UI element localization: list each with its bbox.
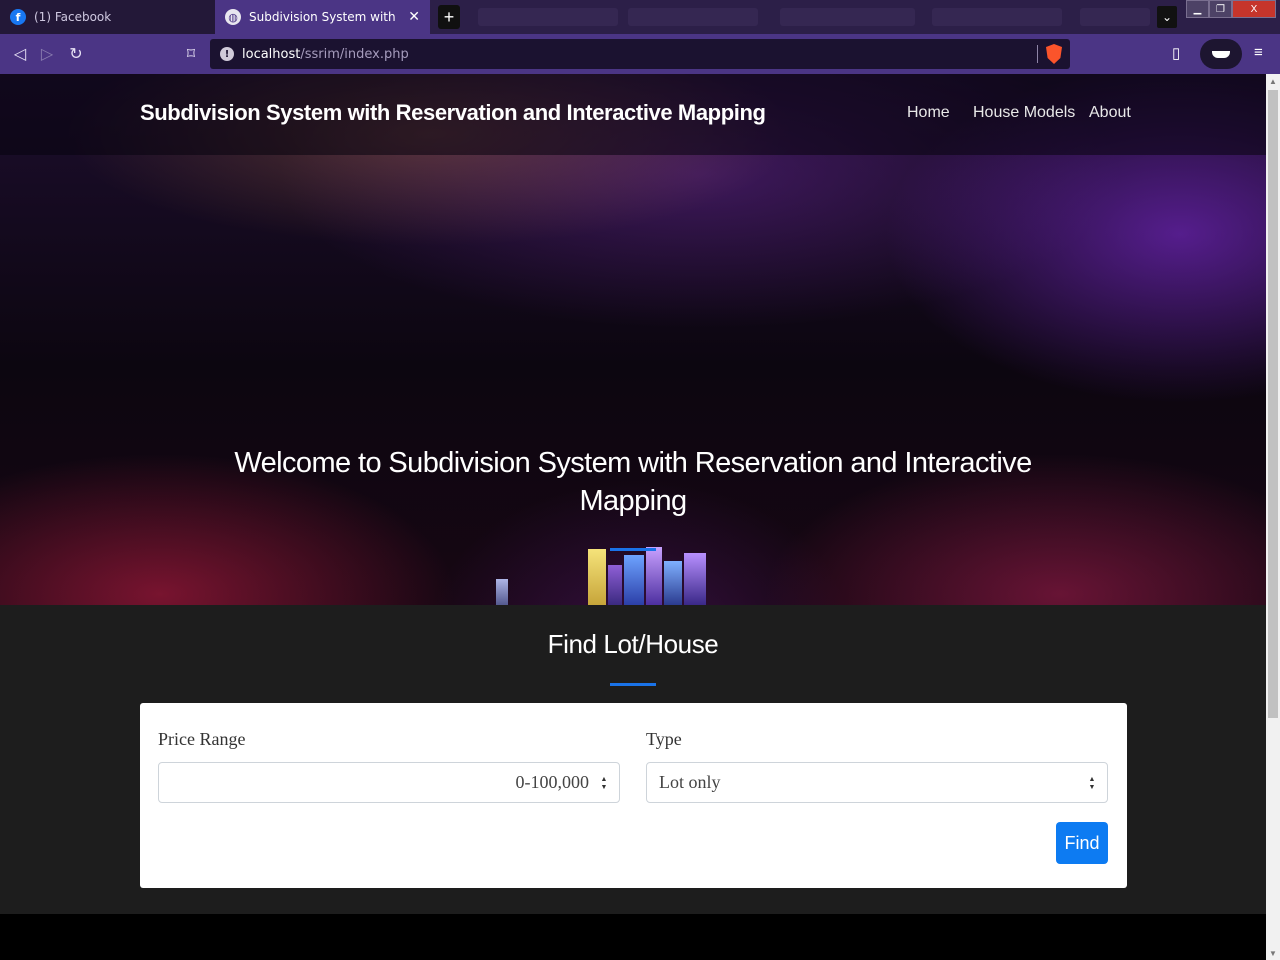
address-bar[interactable]: ! localhost/ssrim/index.php [210, 39, 1070, 69]
background-tab[interactable] [932, 8, 1062, 26]
light-beam [684, 553, 706, 605]
brave-shield-icon[interactable] [1046, 44, 1062, 64]
price-range-value: 0-100,000 [515, 772, 590, 792]
hero-section: Subdivision System with Reservation and … [0, 74, 1266, 605]
wallet-icon[interactable] [1200, 39, 1242, 69]
window-controls: ▁ ❐ X [1186, 0, 1276, 20]
tab-title: (1) Facebook [34, 10, 112, 24]
light-beam [624, 555, 644, 605]
tab-subdivision-system[interactable]: ◍ Subdivision System with Reservati ✕ [215, 0, 430, 34]
url-path: /ssrim/index.php [300, 46, 409, 62]
nav-home[interactable]: Home [907, 104, 950, 122]
url-divider [1037, 45, 1038, 63]
find-form-card: Price Range 0-100,000 ▲ ▼ Type Lot only ▲… [140, 703, 1127, 888]
nav-house-models[interactable]: House Models [973, 104, 1075, 122]
url-host: localhost [242, 46, 301, 62]
bookmark-icon[interactable]: ⌑ [181, 44, 201, 64]
background-tabs [468, 0, 1158, 34]
scroll-down-icon[interactable]: ▼ [1266, 946, 1280, 960]
price-range-label: Price Range [158, 729, 246, 749]
background-tab[interactable] [780, 8, 915, 26]
sidebar-toggle-icon[interactable]: ▯ [1172, 44, 1180, 62]
scrollbar-thumb[interactable] [1268, 90, 1278, 718]
site-info-icon[interactable]: ! [220, 47, 234, 61]
find-section: Find Lot/House Price Range 0-100,000 ▲ ▼ … [0, 605, 1266, 914]
hero-title: Welcome to Subdivision System with Reser… [234, 447, 1032, 517]
find-section-title: Find Lot/House [547, 629, 719, 659]
background-tab[interactable] [628, 8, 758, 26]
light-beam [646, 547, 662, 605]
background-tab[interactable] [478, 8, 618, 26]
tab-list-dropdown[interactable]: ⌄ [1157, 6, 1177, 28]
type-value: Lot only [659, 772, 721, 792]
hero-title-underline [610, 548, 656, 551]
tab-title: Subdivision System with Reservati [249, 10, 400, 24]
restore-button[interactable]: ❐ [1209, 0, 1232, 18]
type-label: Type [646, 729, 682, 749]
browser-tab-strip: f (1) Facebook ◍ Subdivision System with… [0, 0, 1280, 34]
reload-icon[interactable]: ↻ [66, 44, 86, 64]
close-window-button[interactable]: X [1232, 0, 1276, 18]
facebook-icon: f [10, 9, 26, 25]
type-select[interactable]: Lot only ▲ ▼ [646, 762, 1108, 803]
page-footer-strip [0, 914, 1266, 960]
new-tab-button[interactable]: + [438, 5, 460, 29]
find-button[interactable]: Find [1056, 822, 1108, 864]
light-beam [608, 565, 622, 605]
light-beam [588, 549, 606, 605]
light-beam [496, 579, 508, 605]
select-arrows-icon: ▲ ▼ [600, 775, 608, 791]
tab-facebook[interactable]: f (1) Facebook [0, 0, 215, 34]
select-arrows-icon: ▲ ▼ [1088, 775, 1096, 791]
light-beam [664, 561, 682, 605]
page-scrollbar[interactable]: ▲ ▼ [1266, 74, 1280, 960]
minimize-button[interactable]: ▁ [1186, 0, 1209, 18]
menu-icon[interactable]: ≡ [1254, 44, 1263, 61]
forward-icon[interactable]: ▷ [37, 44, 57, 64]
site-navbar: Subdivision System with Reservation and … [0, 74, 1266, 155]
find-title-underline [610, 683, 656, 686]
back-icon[interactable]: ◁ [10, 44, 30, 64]
background-tab[interactable] [1080, 8, 1150, 26]
browser-toolbar: ◁ ▷ ↻ ⌑ ! localhost/ssrim/index.php ▯ ≡ [0, 34, 1280, 74]
site-brand[interactable]: Subdivision System with Reservation and … [140, 100, 766, 126]
scroll-up-icon[interactable]: ▲ [1266, 74, 1280, 88]
price-range-select[interactable]: 0-100,000 ▲ ▼ [158, 762, 620, 803]
nav-about[interactable]: About [1089, 104, 1131, 122]
page-viewport: Subdivision System with Reservation and … [0, 74, 1266, 960]
globe-icon: ◍ [225, 9, 241, 25]
close-tab-icon[interactable]: ✕ [408, 9, 420, 25]
